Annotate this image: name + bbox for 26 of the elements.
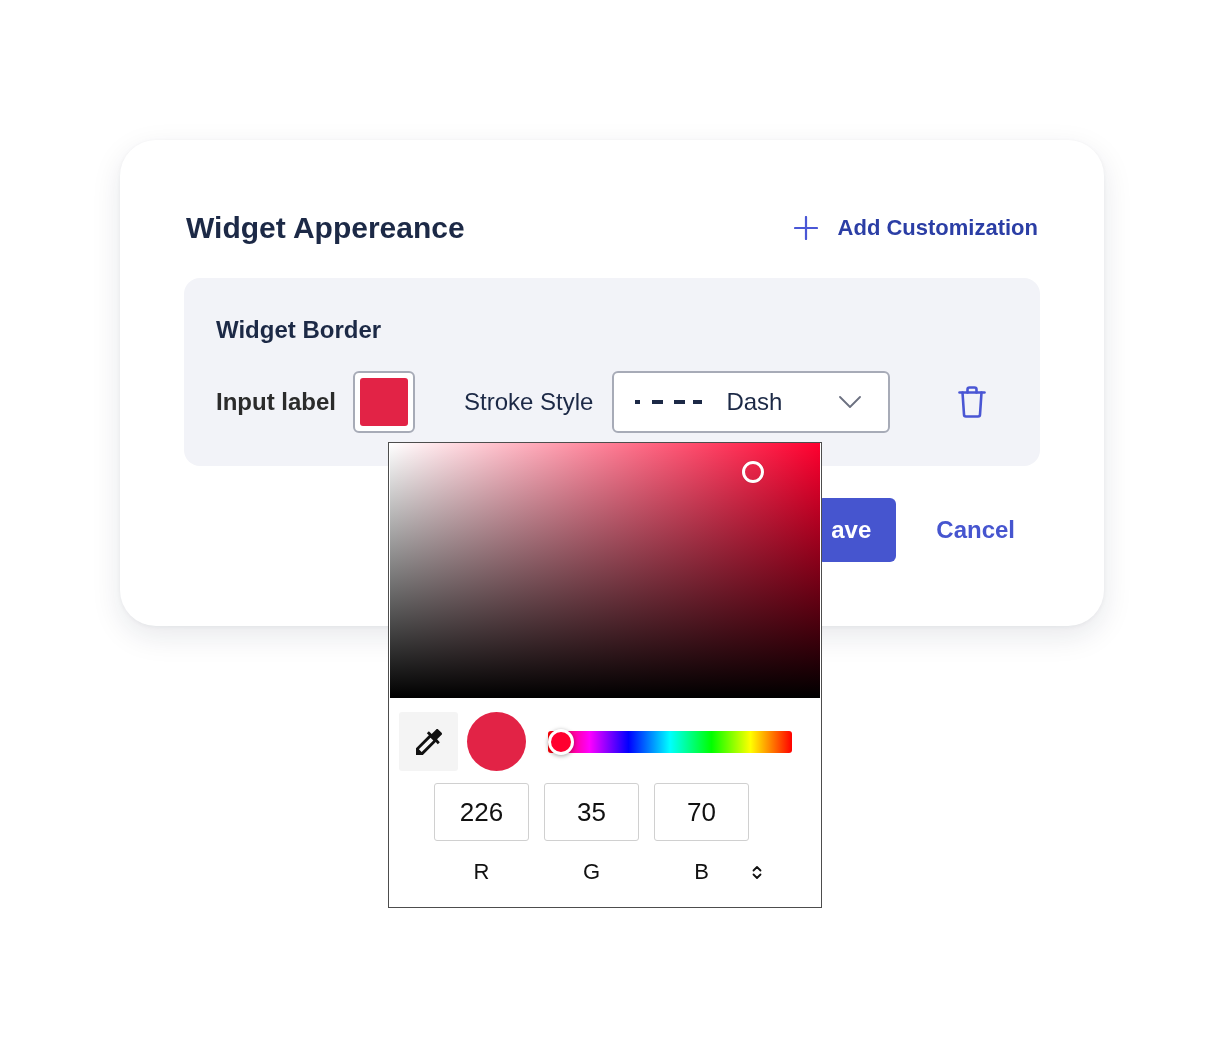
- hue-slider-track[interactable]: [548, 728, 792, 755]
- channel-value-field[interactable]: 70: [654, 783, 749, 841]
- color-picker-handle[interactable]: [742, 461, 765, 483]
- color-picker-button[interactable]: [353, 371, 415, 433]
- dashed-line-icon: [635, 400, 703, 404]
- channel-value-field[interactable]: 226: [434, 783, 529, 841]
- channel-label: G: [581, 859, 602, 885]
- stroke-style-dropdown[interactable]: Dash: [612, 371, 891, 433]
- plus-icon: [793, 216, 818, 240]
- eyedropper-button[interactable]: [399, 712, 458, 771]
- channel-value-field[interactable]: 35: [544, 783, 639, 841]
- color-swatch-icon: [360, 378, 408, 426]
- eyedropper-icon: [415, 728, 442, 755]
- up-down-chevron-icon[interactable]: [752, 864, 762, 880]
- add-customization-button[interactable]: Add Customization: [793, 215, 1038, 241]
- chevron-down-icon: [839, 396, 862, 408]
- section-title: Widget Border: [216, 315, 383, 345]
- saturation-field[interactable]: [390, 443, 820, 698]
- field-label: Input label: [216, 388, 336, 416]
- channel-label: R: [472, 859, 491, 885]
- cancel-button[interactable]: Cancel: [911, 498, 1040, 562]
- field-label: Stroke Style: [464, 388, 594, 416]
- channel-label: B: [693, 859, 710, 885]
- hue-slider-thumb[interactable]: [548, 728, 574, 755]
- trash-icon[interactable]: [958, 386, 987, 418]
- card-title: Widget Appereance: [186, 210, 465, 246]
